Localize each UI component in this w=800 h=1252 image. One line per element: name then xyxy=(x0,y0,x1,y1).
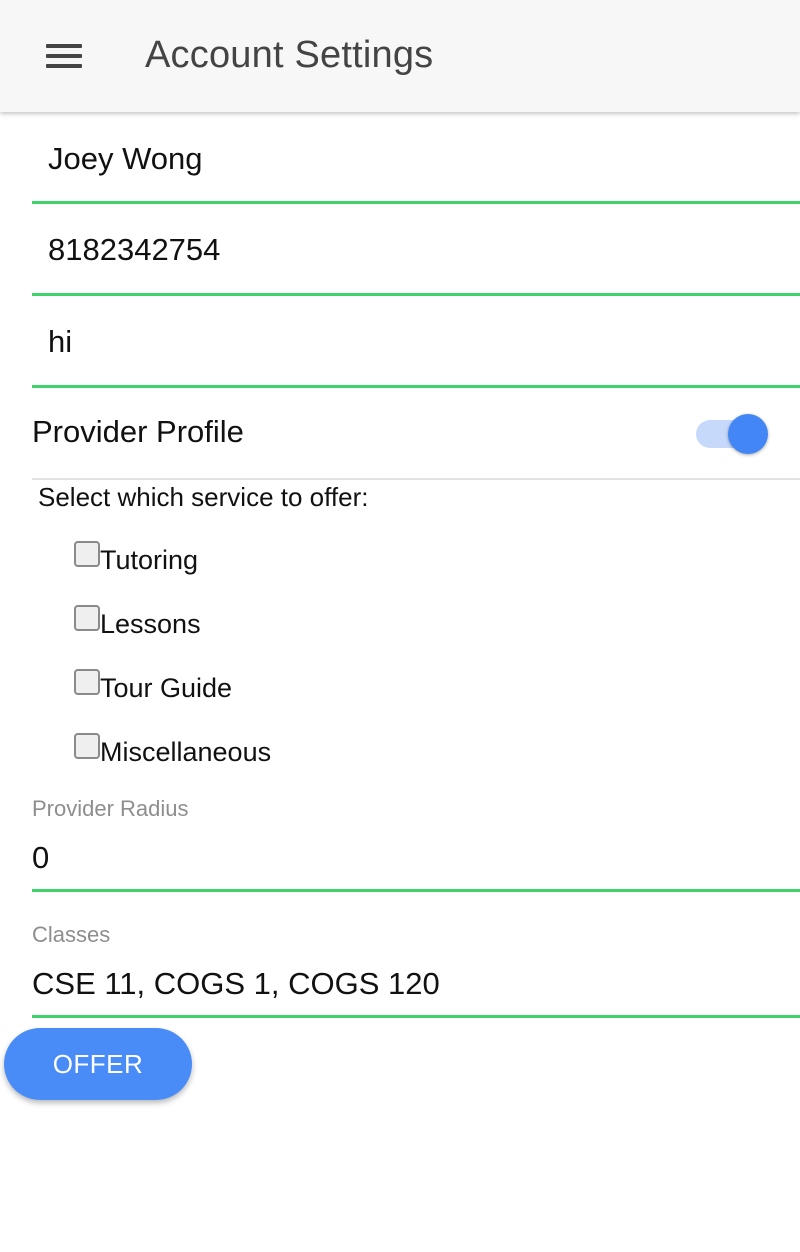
bio-field-container xyxy=(32,298,800,388)
service-option-tutoring[interactable]: Tutoring xyxy=(74,540,198,580)
menu-line xyxy=(46,44,82,48)
name-field[interactable] xyxy=(48,139,768,179)
classes-container: Classes xyxy=(32,922,800,1022)
lessons-checkbox[interactable] xyxy=(74,605,100,631)
classes-underline xyxy=(32,1015,800,1018)
tour-guide-label: Tour Guide xyxy=(100,672,233,703)
service-option-tour-guide[interactable]: Tour Guide xyxy=(74,668,232,708)
classes-field[interactable] xyxy=(32,964,772,1004)
name-field-container xyxy=(32,115,800,204)
tutoring-label: Tutoring xyxy=(100,544,199,575)
page-title: Account Settings xyxy=(145,34,434,76)
provider-radius-field[interactable] xyxy=(32,838,772,878)
service-option-miscellaneous[interactable]: Miscellaneous xyxy=(74,732,271,772)
services-title: Select which service to offer: xyxy=(38,482,369,512)
provider-profile-toggle[interactable] xyxy=(696,414,770,454)
provider-radius-underline xyxy=(32,889,800,892)
service-option-lessons[interactable]: Lessons xyxy=(74,604,201,644)
miscellaneous-checkbox[interactable] xyxy=(74,733,100,759)
tour-guide-checkbox[interactable] xyxy=(74,669,100,695)
classes-label: Classes xyxy=(32,922,111,947)
lessons-label: Lessons xyxy=(100,608,201,639)
hamburger-menu-icon[interactable] xyxy=(30,26,98,86)
menu-line xyxy=(46,54,82,58)
provider-profile-label: Provider Profile xyxy=(32,414,244,449)
provider-radius-container: Provider Radius xyxy=(32,796,800,896)
toggle-thumb xyxy=(728,414,768,454)
phone-field[interactable] xyxy=(48,230,768,270)
app-bar: Account Settings xyxy=(0,0,800,112)
miscellaneous-label: Miscellaneous xyxy=(100,736,272,767)
offer-button[interactable]: OFFER xyxy=(4,1028,192,1100)
menu-line xyxy=(46,64,82,68)
bio-field[interactable] xyxy=(48,322,768,362)
tutoring-checkbox[interactable] xyxy=(74,541,100,567)
provider-radius-label: Provider Radius xyxy=(32,796,189,821)
phone-field-container xyxy=(32,206,800,296)
provider-profile-row: Provider Profile xyxy=(32,390,800,480)
